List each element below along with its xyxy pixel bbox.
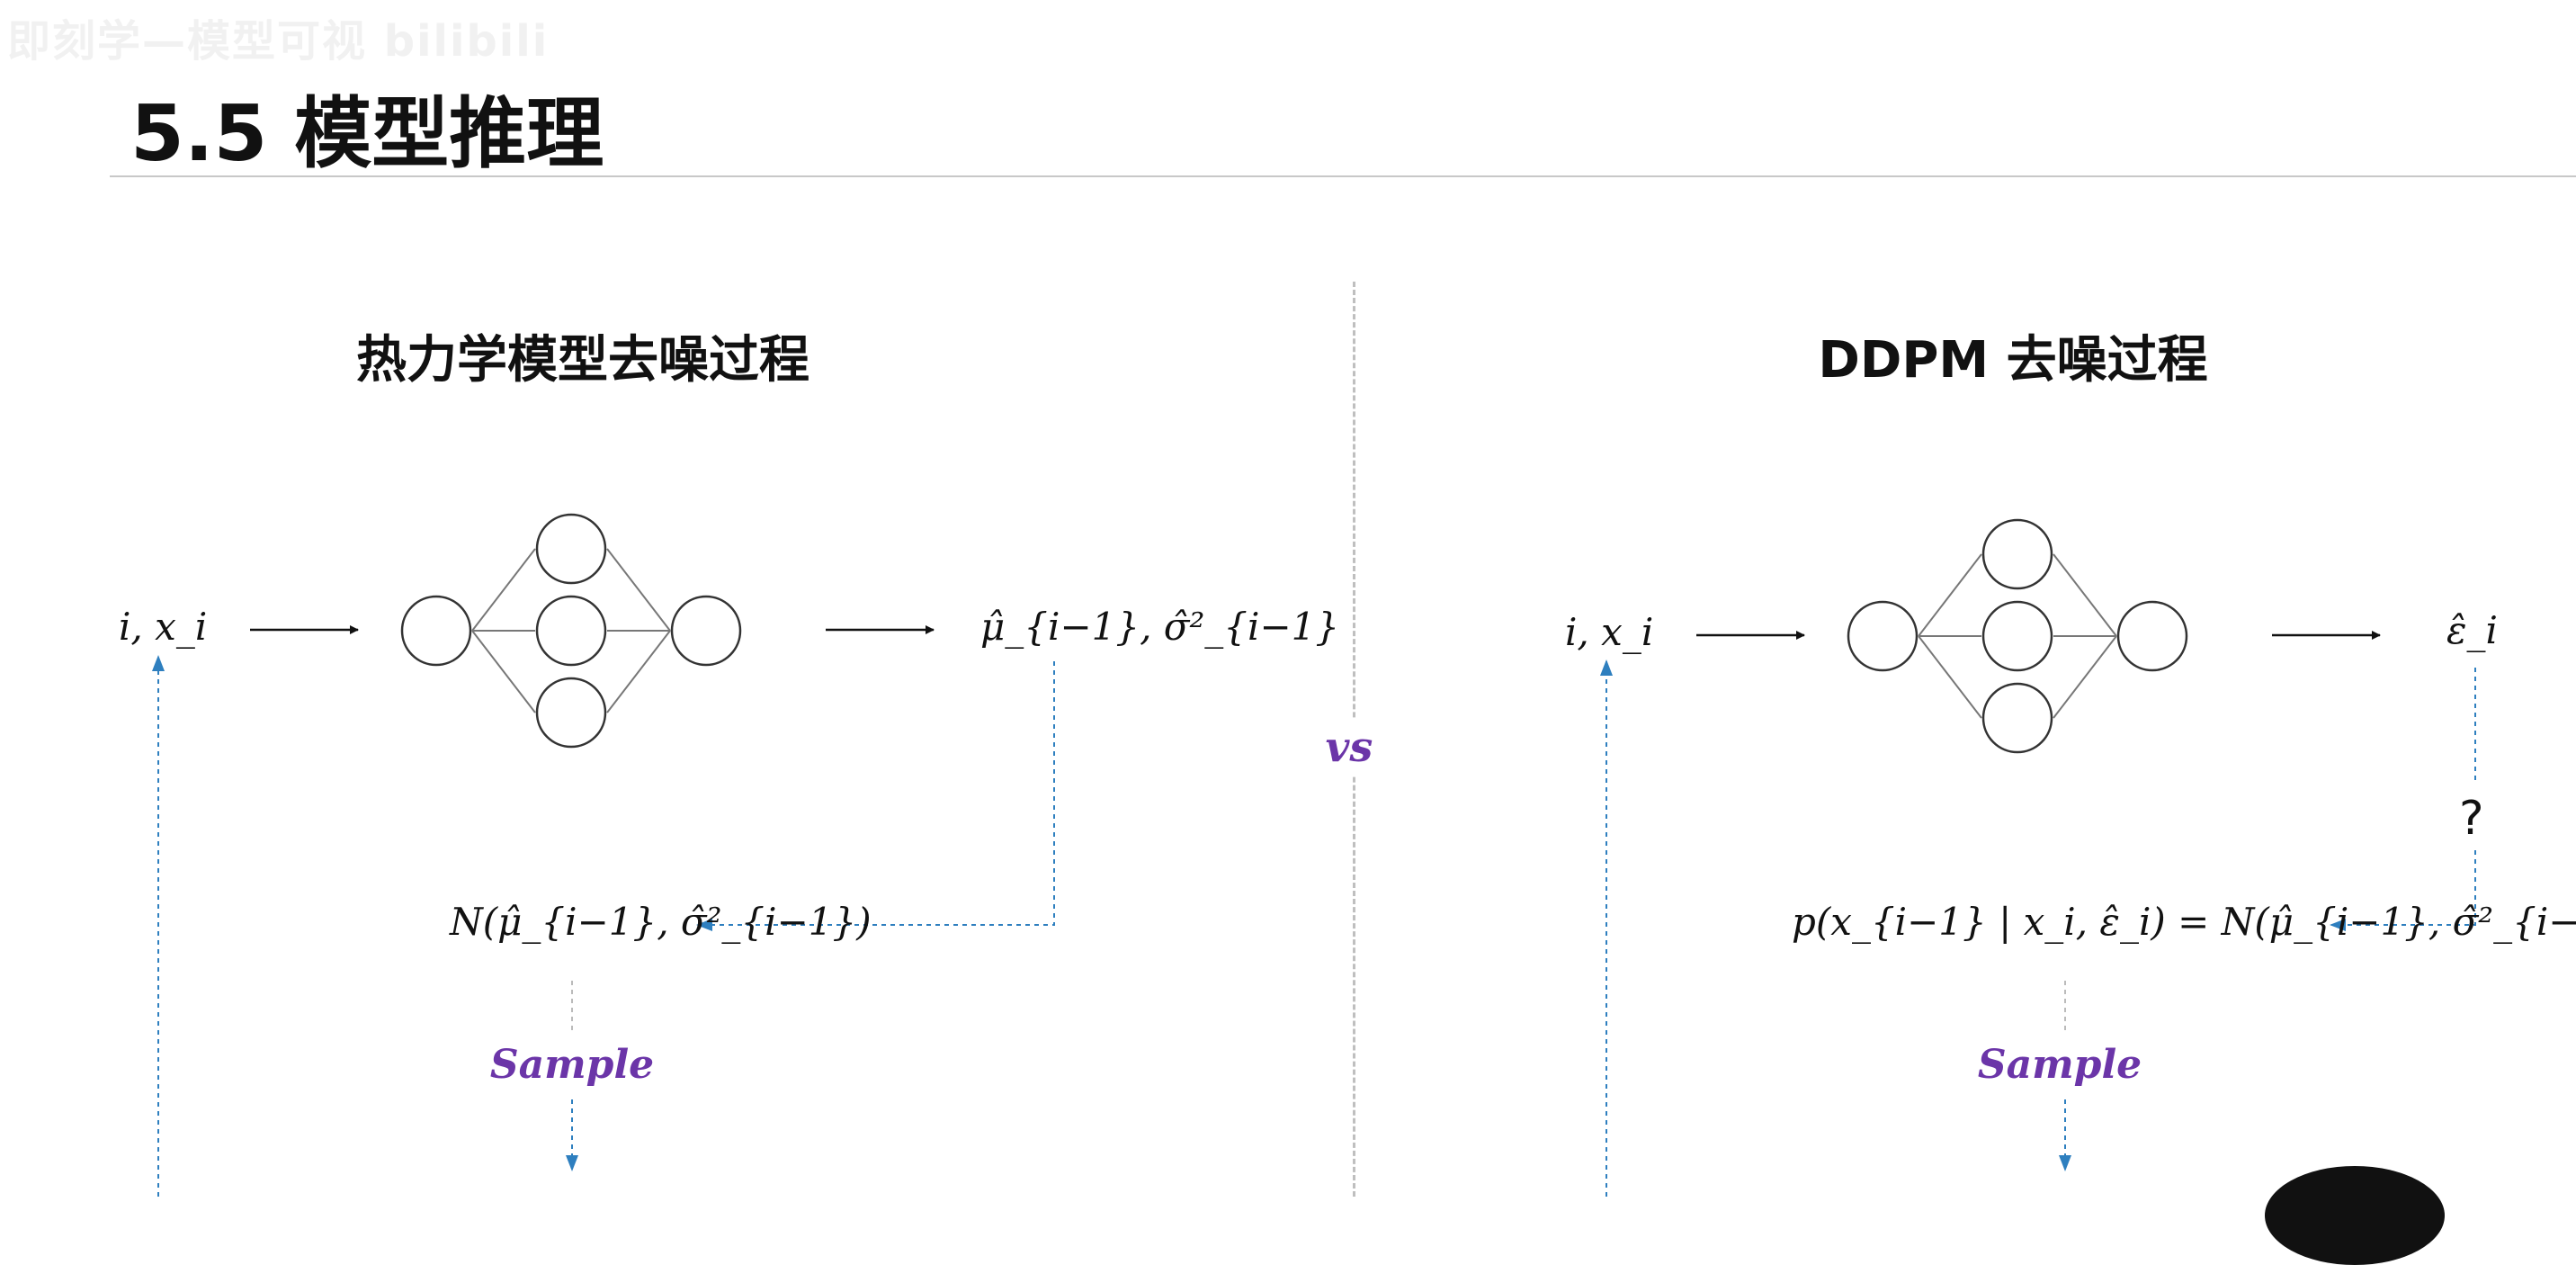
- left-input-label: i, x_i: [119, 605, 208, 649]
- right-question-mark: ?: [2459, 792, 2484, 846]
- presenter-avatar: [2265, 1166, 2445, 1265]
- right-sample-label: Sample: [1977, 1042, 2142, 1088]
- right-output-label: ε̂_i: [2446, 608, 2498, 652]
- right-input-label: i, x_i: [1565, 610, 1654, 654]
- right-neural-network-icon: [1847, 518, 2188, 754]
- left-neural-network-icon: [400, 513, 742, 749]
- right-distribution-label: p(x_{i−1} | x_i, ε̂_i) = N(μ̂_{i−1}, σ̂²…: [1792, 900, 2576, 944]
- left-output-to-distribution-arrow: [696, 661, 1055, 931]
- left-distribution-label: N(μ̂_{i−1}, σ̂²_{i−1}): [450, 900, 872, 944]
- left-sample-label: Sample: [489, 1042, 655, 1088]
- left-output-label: μ̂_{i−1}, σ̂²_{i−1}: [980, 605, 1340, 649]
